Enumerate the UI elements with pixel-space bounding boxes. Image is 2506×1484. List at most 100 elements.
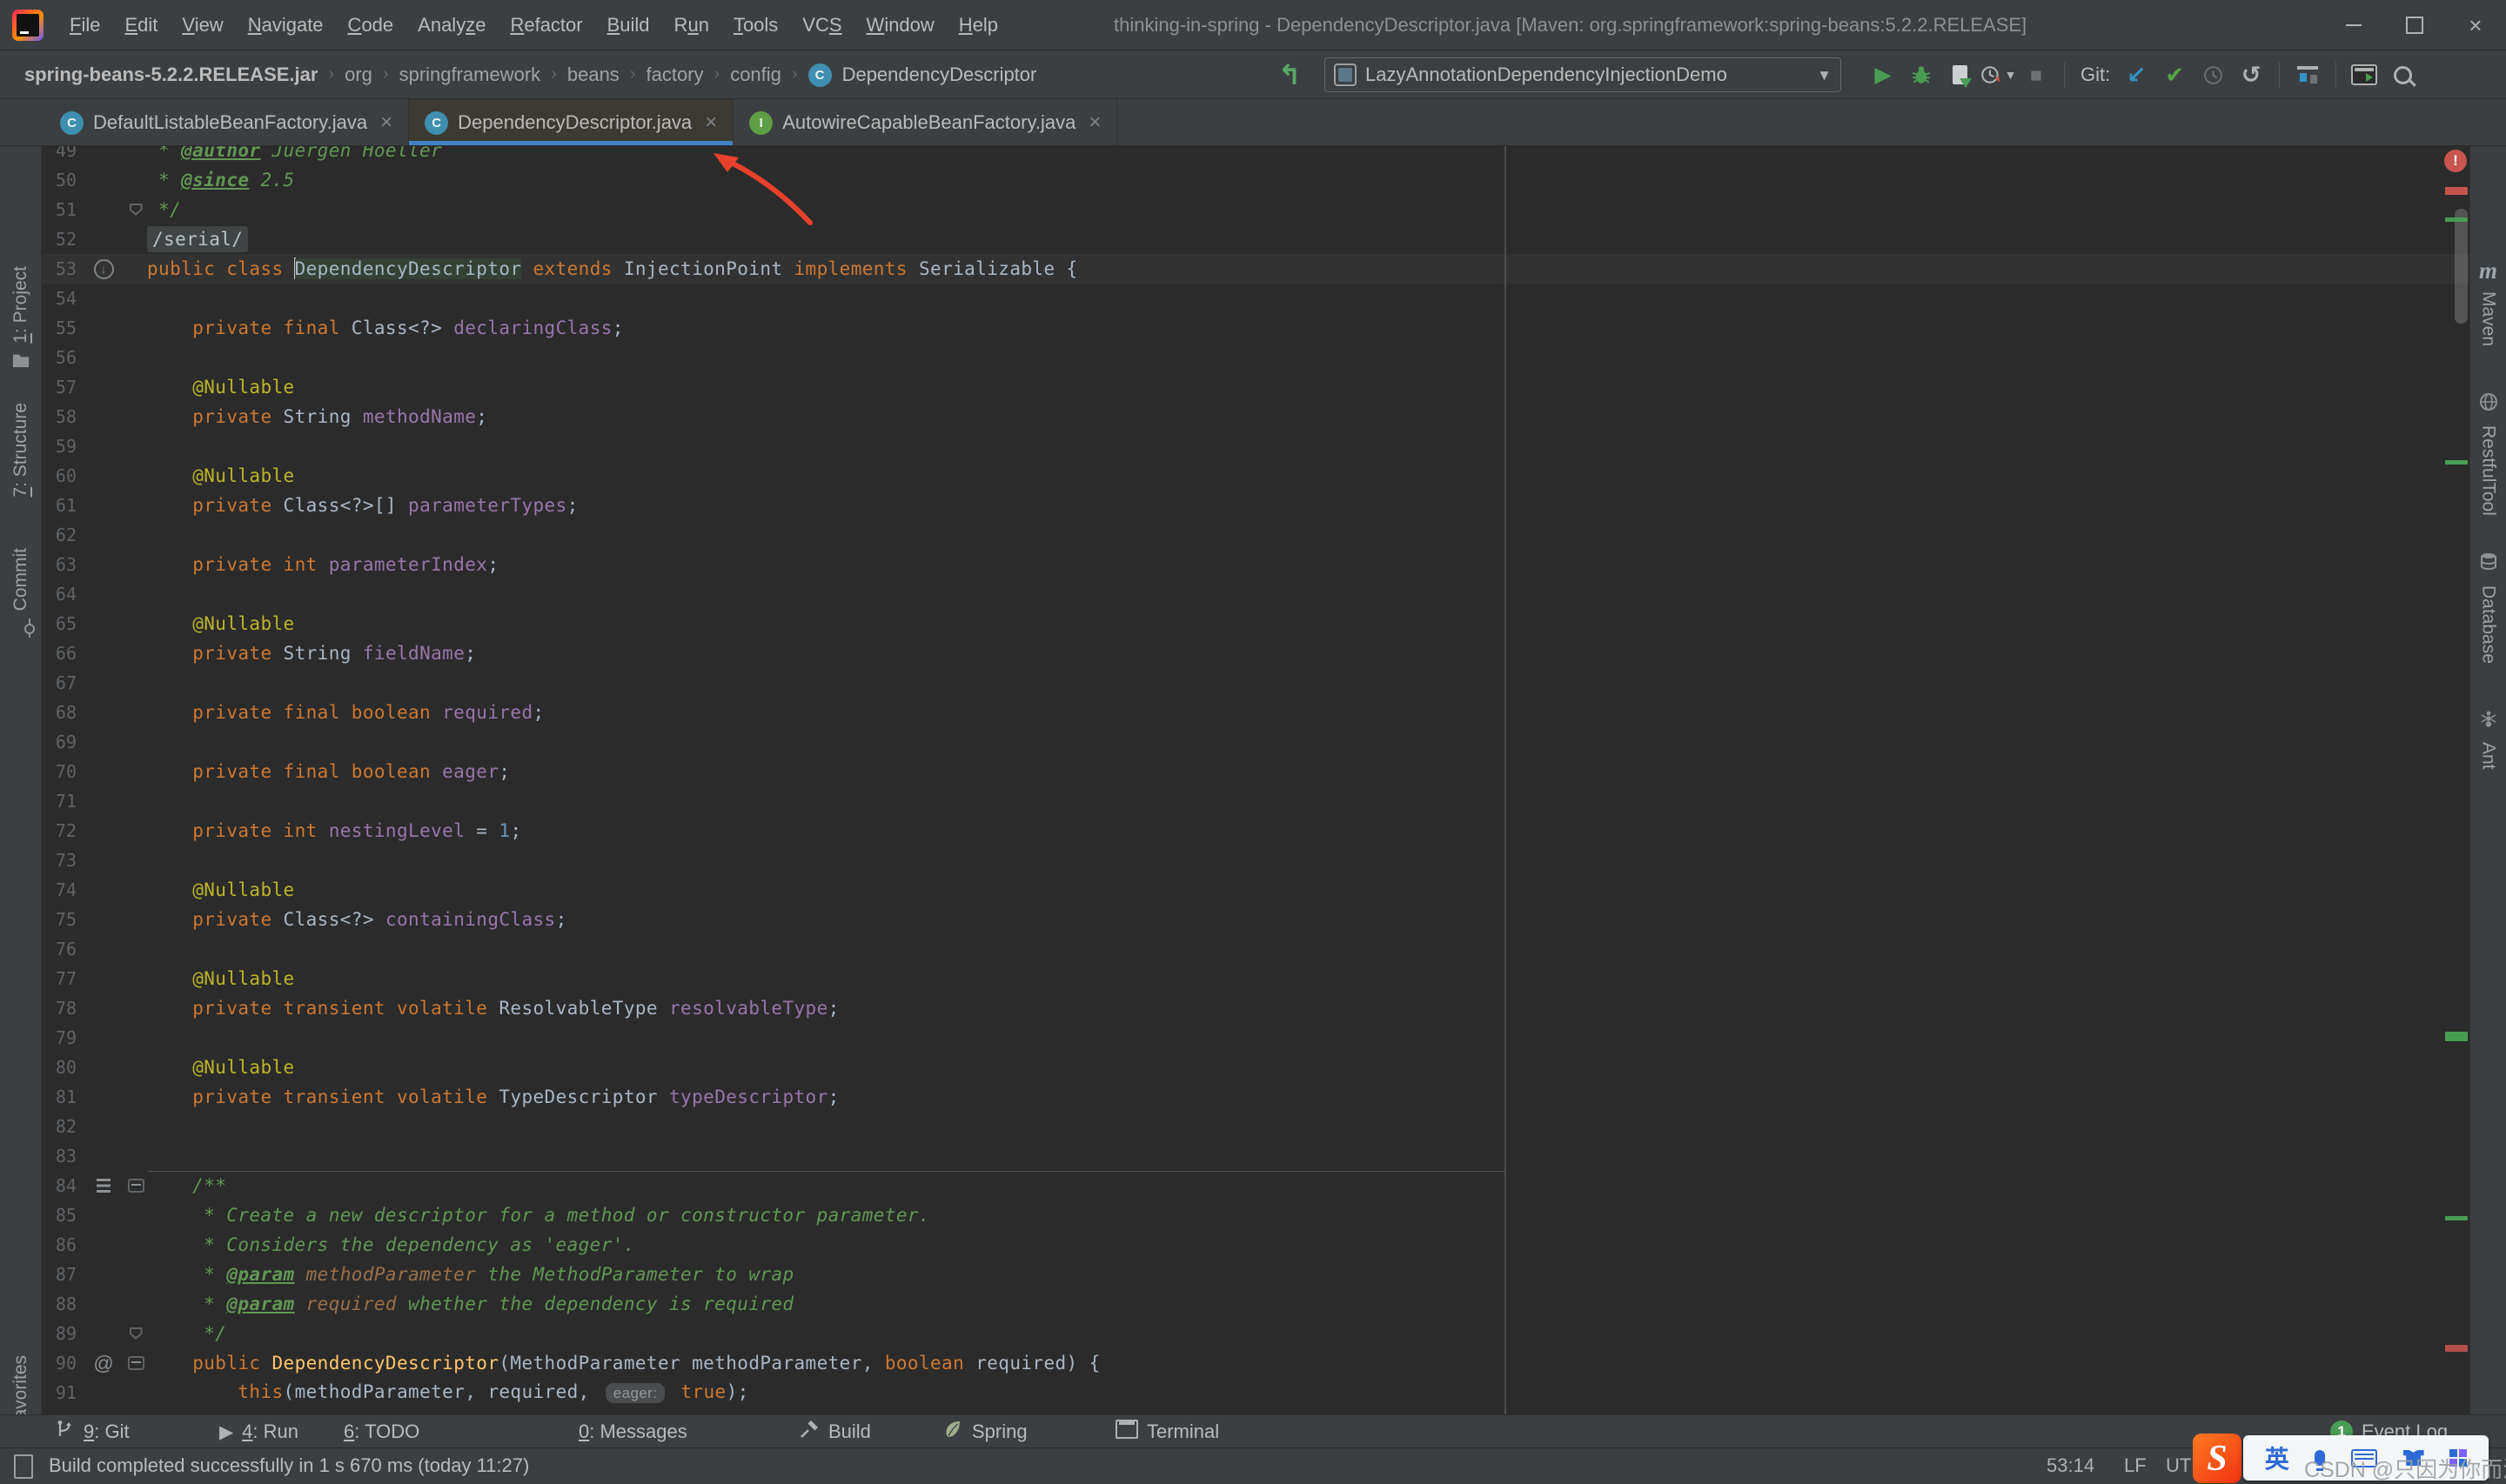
toolwindow-button-ant[interactable]: Ant [2470, 708, 2506, 770]
breadcrumb-item[interactable]: config [730, 64, 781, 86]
close-button[interactable]: × [2445, 0, 2506, 50]
toolwindow-button-git[interactable]: 9: Git [54, 1415, 130, 1447]
breadcrumb-item[interactable]: springframework [399, 64, 541, 86]
code-line-61[interactable]: 61 private Class<?>[] parameterTypes; [42, 491, 2469, 520]
code-line-53[interactable]: 53 ↓ public class DependencyDescriptor ext… [42, 254, 2469, 284]
code-line-76[interactable]: 76 [42, 934, 2469, 964]
code-line-90[interactable]: 90 @ public DependencyDescriptor(MethodPa… [42, 1348, 2469, 1378]
code-line-68[interactable]: 68 private final boolean required; [42, 698, 2469, 727]
code-line-67[interactable]: 67 [42, 668, 2469, 698]
search-everywhere-button[interactable] [2383, 56, 2422, 94]
code-line-91[interactable]: 91 this(methodParameter, required, eager… [42, 1378, 2469, 1407]
sogou-logo-icon[interactable]: S [2193, 1434, 2241, 1483]
back-navigate-icon[interactable]: ↰ [1270, 56, 1309, 94]
debug-button[interactable] [1902, 56, 1940, 94]
fold-marker-end[interactable] [129, 1327, 143, 1340]
toolwindow-button-messages[interactable]: 0: Messages [570, 1415, 687, 1447]
code-line-55[interactable]: 55 private final Class<?> declaringClass… [42, 313, 2469, 343]
code-line-69[interactable]: 69 [42, 727, 2469, 757]
toolwindow-button-todo[interactable]: 6: TODO [335, 1415, 419, 1447]
breadcrumb-class[interactable]: DependencyDescriptor [842, 64, 1037, 86]
toolwindow-toggle-icon[interactable] [14, 1454, 33, 1484]
menu-window[interactable]: Window [856, 9, 945, 42]
stripe-mark[interactable] [2445, 460, 2468, 465]
toolwindow-button-database[interactable]: Database [2470, 551, 2506, 664]
code-line-54[interactable]: 54 [42, 284, 2469, 313]
profiler-button[interactable]: ▼ [1979, 56, 2017, 94]
menu-vcs[interactable]: VCS [792, 9, 852, 42]
code-line-66[interactable]: 66 private String fieldName; [42, 638, 2469, 668]
code-line-73[interactable]: 73 [42, 846, 2469, 875]
run-configuration-select[interactable]: LazyAnnotationDependencyInjectionDemo ▼ [1324, 57, 1841, 92]
maximize-button[interactable] [2384, 0, 2445, 50]
fold-marker-start[interactable] [127, 1356, 144, 1370]
code-line-63[interactable]: 63 private int parameterIndex; [42, 550, 2469, 579]
fold-marker-start[interactable] [127, 1179, 144, 1193]
toolwindow-button-maven[interactable]: m Maven [2470, 259, 2506, 347]
code-line-87[interactable]: 87 * @param methodParameter the MethodPa… [42, 1260, 2469, 1289]
code-line-81[interactable]: 81 private transient volatile TypeDescri… [42, 1082, 2469, 1112]
tab-close-icon[interactable]: × [1089, 111, 1101, 133]
annotation-gutter-icon[interactable]: @ [93, 1352, 113, 1375]
rollback-button[interactable]: ↺ [2232, 56, 2270, 94]
tab-DependencyDescriptor.java[interactable]: C DependencyDescriptor.java × [409, 99, 734, 145]
code-line-65[interactable]: 65 @Nullable [42, 609, 2469, 638]
code-line-83[interactable]: 83 [42, 1141, 2469, 1171]
menu-view[interactable]: View [171, 9, 233, 42]
editor-scrollbar[interactable] [2455, 209, 2468, 324]
code-line-74[interactable]: 74 @Nullable [42, 875, 2469, 905]
menu-analyze[interactable]: Analyze [407, 9, 496, 42]
line-ending-widget[interactable]: LF [2124, 1448, 2147, 1483]
breadcrumb-item[interactable]: beans [567, 64, 620, 86]
run-anything-button[interactable] [2345, 56, 2383, 94]
git-update-button[interactable]: ↙ [2117, 56, 2155, 94]
run-button[interactable]: ▶ [1864, 56, 1902, 94]
stop-button[interactable]: ■ [2017, 56, 2055, 94]
code-line-71[interactable]: 71 [42, 786, 2469, 816]
code-line-70[interactable]: 70 private final boolean eager; [42, 757, 2469, 786]
code-line-84[interactable]: 84 /** [42, 1171, 2469, 1200]
stripe-mark[interactable] [2445, 217, 2468, 222]
inspection-error-badge[interactable]: ! [2444, 150, 2467, 172]
code-line-77[interactable]: 77 @Nullable [42, 964, 2469, 993]
code-line-60[interactable]: 60 @Nullable [42, 461, 2469, 491]
code-line-51[interactable]: 51 */ [42, 195, 2469, 224]
code-line-78[interactable]: 78 private transient volatile Resolvable… [42, 993, 2469, 1023]
menu-refactor[interactable]: Refactor [499, 9, 593, 42]
menu-help[interactable]: Help [948, 9, 1008, 42]
menu-edit[interactable]: Edit [114, 9, 168, 42]
toolwindow-button-terminal[interactable]: Terminal [1116, 1415, 1219, 1447]
breadcrumb-item[interactable]: factory [646, 64, 703, 86]
code-line-75[interactable]: 75 private Class<?> containingClass; [42, 905, 2469, 934]
run-with-coverage-button[interactable] [1940, 56, 1979, 94]
toolwindow-button-run[interactable]: ▶ 4: Run [219, 1415, 298, 1447]
code-line-62[interactable]: 62 [42, 520, 2469, 550]
stripe-mark[interactable] [2445, 1032, 2468, 1041]
menu-run[interactable]: Run [664, 9, 720, 42]
menu-build[interactable]: Build [597, 9, 660, 42]
code-line-64[interactable]: 64 [42, 579, 2469, 609]
tab-close-icon[interactable]: × [705, 111, 717, 133]
ime-language-toggle[interactable]: 英 [2265, 1441, 2289, 1475]
code-line-86[interactable]: 86 * Considers the dependency as 'eager'… [42, 1230, 2469, 1260]
breadcrumb-item[interactable]: org [345, 64, 372, 86]
minimize-button[interactable] [2323, 0, 2384, 50]
tab-DefaultListableBeanFactory.java[interactable]: C DefaultListableBeanFactory.java × [44, 99, 410, 145]
toolwindow-button-build[interactable]: Build [799, 1415, 871, 1447]
code-line-80[interactable]: 80 @Nullable [42, 1053, 2469, 1082]
caret-position-widget[interactable]: 53:14 [2047, 1448, 2094, 1483]
menu-navigate[interactable]: Navigate [238, 9, 334, 42]
doc-lines-icon[interactable] [97, 1179, 111, 1193]
menu-tools[interactable]: Tools [723, 9, 788, 42]
code-editor[interactable]: 49 * @author Juergen Hoeller 50 * @since … [42, 146, 2469, 1414]
menu-file[interactable]: File [59, 9, 111, 42]
menu-code[interactable]: Code [338, 9, 405, 42]
shelve-button[interactable] [2288, 56, 2327, 94]
implemented-marker-icon[interactable]: ↓ [93, 258, 114, 279]
stripe-mark[interactable] [2445, 1216, 2468, 1220]
tab-AutowireCapableBeanFactory.java[interactable]: I AutowireCapableBeanFactory.java × [734, 99, 1118, 145]
toolwindow-button-spring[interactable]: Spring [942, 1415, 1028, 1447]
code-line-59[interactable]: 59 [42, 431, 2469, 461]
code-line-57[interactable]: 57 @Nullable [42, 372, 2469, 402]
stripe-mark[interactable] [2445, 187, 2468, 195]
